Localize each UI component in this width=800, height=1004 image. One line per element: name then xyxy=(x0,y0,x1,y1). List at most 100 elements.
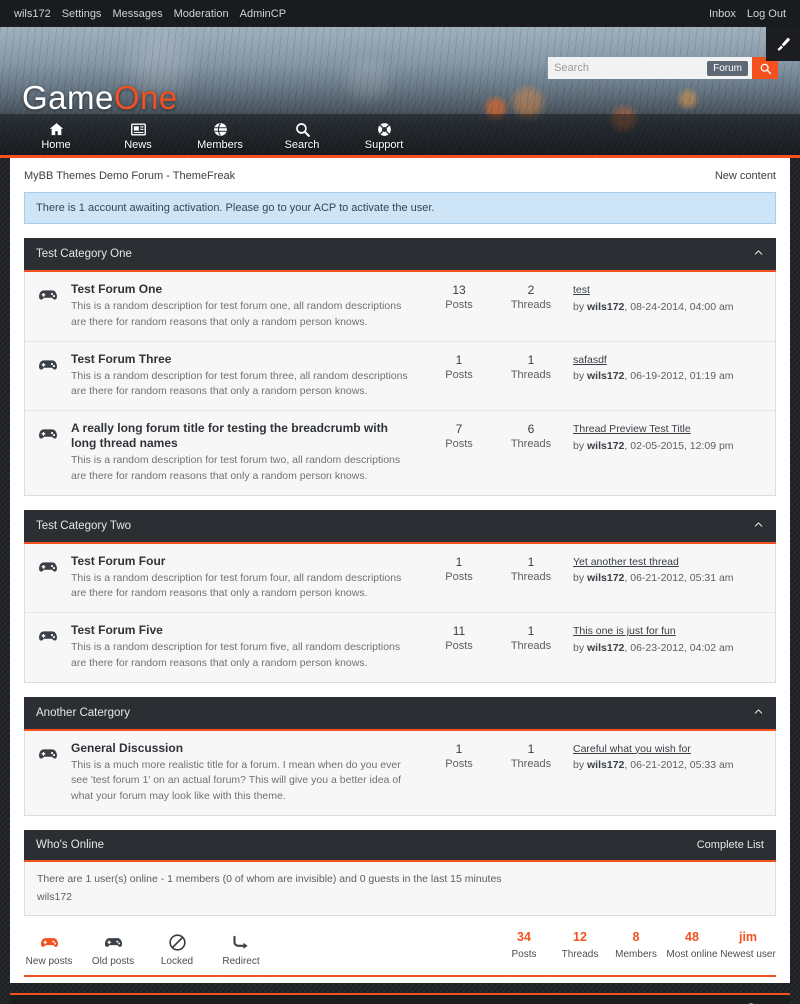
forum-info: Test Forum Four This is a random descript… xyxy=(71,554,423,603)
category-body: Test Forum One This is a random descripti… xyxy=(24,272,776,496)
last-post-date: , 08-24-2014, 04:00 am xyxy=(624,300,734,313)
last-post-title-link[interactable]: This one is just for fun xyxy=(573,623,763,640)
forum-last-post: test by wils172, 08-24-2014, 04:00 am xyxy=(567,282,763,316)
redirect-arrow-icon xyxy=(232,936,248,950)
last-post-title-link[interactable]: test xyxy=(573,282,763,299)
nav-item-home[interactable]: Home xyxy=(30,121,82,151)
forum-title-link[interactable]: General Discussion xyxy=(71,741,413,756)
forum-thread-count: 1 Threads xyxy=(495,623,567,654)
logo-text-primary: Game xyxy=(22,79,114,116)
nav-item-search[interactable]: Search xyxy=(276,121,328,151)
last-post-by-prefix: by xyxy=(573,572,588,585)
last-post-title-link[interactable]: Yet another test thread xyxy=(573,554,763,571)
forum-status-icon[interactable] xyxy=(37,352,71,381)
topbar-link-moderation[interactable]: Moderation xyxy=(174,8,229,20)
last-post-author-link[interactable]: wils172 xyxy=(587,642,624,654)
new-content-link[interactable]: New content xyxy=(715,170,776,182)
category-collapse-toggle[interactable] xyxy=(753,247,764,261)
forum-info: Test Forum Three This is a random descrip… xyxy=(71,352,423,401)
last-post-meta: by wils172, 08-24-2014, 04:00 am xyxy=(573,301,734,313)
stat-value-members: 8 xyxy=(632,930,640,945)
nav-item-news[interactable]: News xyxy=(112,121,164,151)
legend-item-locked: Locked xyxy=(152,932,202,967)
gamepad-icon xyxy=(40,938,58,948)
last-post-author-link[interactable]: wils172 xyxy=(587,572,624,584)
topbar-link-logout[interactable]: Log Out xyxy=(747,8,786,20)
theme-switch-button[interactable] xyxy=(766,27,800,61)
nav-label-support: Support xyxy=(364,139,404,151)
stat-label-most-online: Most online xyxy=(666,949,718,961)
last-post-meta: by wils172, 06-23-2012, 04:02 am xyxy=(573,642,734,654)
topbar-link-username[interactable]: wils172 xyxy=(14,8,51,20)
paintbrush-icon xyxy=(776,37,790,51)
chevron-up-icon xyxy=(754,521,763,527)
category-collapse-toggle[interactable] xyxy=(753,706,764,720)
last-post-date: , 06-19-2012, 01:19 am xyxy=(624,370,734,383)
locked-icon xyxy=(168,934,186,952)
forum-description: This is a random description for test fo… xyxy=(71,571,402,600)
nav-item-support[interactable]: Support xyxy=(358,121,410,151)
forum-post-count: 1 Posts xyxy=(423,352,495,383)
last-post-title-link[interactable]: Careful what you wish for xyxy=(573,741,763,758)
lifebuoy-icon xyxy=(377,123,391,136)
forum-post-count-label: Posts xyxy=(445,438,473,451)
complete-list-link[interactable]: Complete List xyxy=(697,839,764,851)
forum-row: A really long forum title for testing th… xyxy=(25,410,775,495)
forum-thread-count-value: 1 xyxy=(527,554,535,569)
last-post-author-link[interactable]: wils172 xyxy=(587,440,624,452)
site-logo[interactable]: GameOne xyxy=(22,79,178,117)
forum-title-link[interactable]: Test Forum Three xyxy=(71,352,413,367)
stat-label-posts: Posts xyxy=(511,949,537,961)
forum-last-post: Yet another test thread by wils172, 06-21… xyxy=(567,554,763,588)
logo-text-accent: One xyxy=(113,79,178,116)
forum-thread-count-label: Threads xyxy=(510,438,552,451)
category-title: Test Category Two xyxy=(36,519,132,532)
last-post-date: , 06-23-2012, 04:02 am xyxy=(624,641,734,654)
legend-label-redirect: Redirect xyxy=(222,956,260,968)
forum-post-count-label: Posts xyxy=(445,299,473,312)
topbar-link-inbox[interactable]: Inbox xyxy=(709,8,736,20)
last-post-author-link[interactable]: wils172 xyxy=(587,759,624,771)
topbar-link-messages[interactable]: Messages xyxy=(112,8,162,20)
search-scope-selector[interactable]: Forum xyxy=(703,57,752,79)
search-icon xyxy=(295,123,310,137)
stat-label-members: Members xyxy=(615,949,657,961)
category-collapse-toggle[interactable] xyxy=(753,519,764,533)
forum-status-icon[interactable] xyxy=(37,421,71,450)
stat-members: 8 Members xyxy=(608,930,664,962)
header-accent-rule xyxy=(0,155,800,158)
whos-online-users[interactable]: wils172 xyxy=(37,889,763,907)
last-post-date: , 02-05-2015, 12:09 pm xyxy=(624,439,734,452)
topbar-right-group: Inbox Log Out xyxy=(698,8,786,20)
last-post-by-prefix: by xyxy=(573,300,588,313)
breadcrumb-text[interactable]: MyBB Themes Demo Forum - ThemeFreak xyxy=(24,170,235,182)
nav-item-members[interactable]: Members xyxy=(194,121,246,151)
forum-status-icon[interactable] xyxy=(37,623,71,652)
forum-thread-count-label: Threads xyxy=(510,299,552,312)
last-post-meta: by wils172, 06-21-2012, 05:33 am xyxy=(573,759,734,771)
forum-title-link[interactable]: Test Forum Five xyxy=(71,623,413,638)
forum-status-icon[interactable] xyxy=(37,282,71,311)
forum-status-icon[interactable] xyxy=(37,554,71,583)
forum-title-link[interactable]: Test Forum One xyxy=(71,282,413,297)
last-post-author-link[interactable]: wils172 xyxy=(587,370,624,382)
last-post-title-link[interactable]: safasdf xyxy=(573,352,763,369)
forum-thread-count-value: 1 xyxy=(527,741,535,756)
category-body: General Discussion This is a much more re… xyxy=(24,730,776,816)
stat-value-threads: 12 xyxy=(573,930,587,945)
forum-title-link[interactable]: Test Forum Four xyxy=(71,554,413,569)
gamepad-icon xyxy=(39,561,57,572)
forum-post-count-value: 11 xyxy=(452,624,466,638)
forum-row: Test Forum Three This is a random descrip… xyxy=(25,340,775,411)
stat-value-newest-user[interactable]: jim xyxy=(720,930,776,944)
search-input[interactable] xyxy=(548,57,704,79)
last-post-by-prefix: by xyxy=(573,641,588,654)
topbar-link-admincp[interactable]: AdminCP xyxy=(240,8,286,20)
last-post-author-link[interactable]: wils172 xyxy=(587,301,624,313)
topbar-link-settings[interactable]: Settings xyxy=(62,8,102,20)
forum-title-link[interactable]: A really long forum title for testing th… xyxy=(71,421,413,451)
search-icon xyxy=(760,63,771,74)
forum-status-icon[interactable] xyxy=(37,741,71,770)
last-post-title-link[interactable]: Thread Preview Test Title xyxy=(573,421,763,438)
activation-notice-text: There is 1 account awaiting activation. … xyxy=(36,202,435,214)
